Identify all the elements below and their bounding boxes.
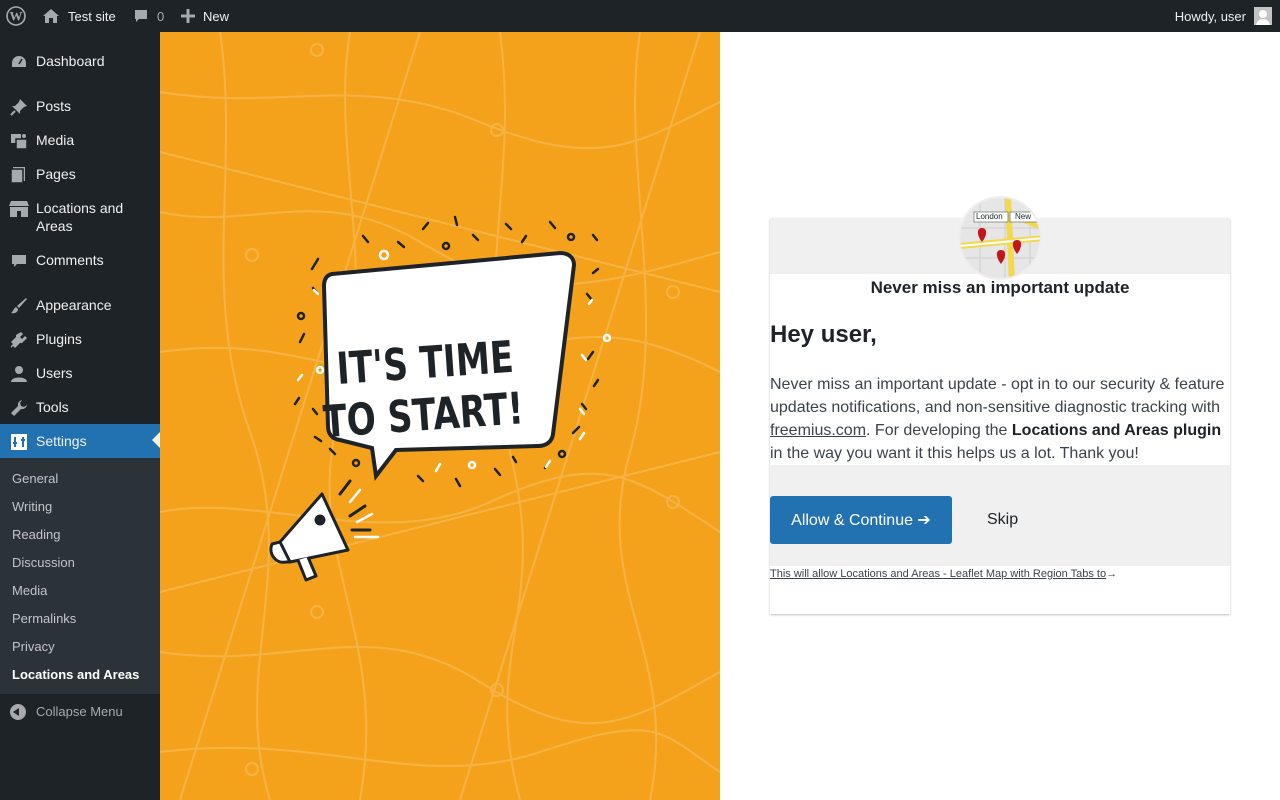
permissions-toggle[interactable]: This will allow Locations and Areas - Le… <box>770 568 1117 580</box>
user-icon <box>9 364 29 384</box>
sidebar-item-settings[interactable]: Settings <box>0 424 160 458</box>
submenu-item-privacy[interactable]: Privacy <box>12 639 55 655</box>
sidebar-item-users[interactable]: Users <box>0 364 160 382</box>
submenu-item-general[interactable]: General <box>12 471 58 487</box>
plus-icon <box>181 9 195 23</box>
svg-text:W: W <box>10 9 23 24</box>
plugin-icon <box>9 330 29 350</box>
collapse-icon <box>10 704 26 720</box>
sidebar-item-label: Locations and Areas <box>36 200 124 234</box>
sidebar-item-label: Media <box>36 132 75 148</box>
wordpress-logo-icon[interactable]: W <box>6 0 28 32</box>
skip-button[interactable]: Skip <box>987 511 1018 529</box>
sidebar-item-plugins[interactable]: Plugins <box>0 330 160 348</box>
submenu-item-reading[interactable]: Reading <box>12 527 60 543</box>
site-name-label: Test site <box>68 8 116 24</box>
comments-count: 0 <box>157 8 165 24</box>
collapse-menu-button[interactable]: Collapse Menu <box>0 702 160 722</box>
submenu-item-permalinks[interactable]: Permalinks <box>12 611 76 627</box>
freemius-link[interactable]: freemius.com <box>770 422 866 439</box>
home-icon <box>43 9 59 23</box>
settings-icon <box>9 432 29 452</box>
allow-and-continue-button[interactable]: Allow & Continue ➔ <box>770 496 952 544</box>
brush-icon <box>9 296 29 316</box>
sidebar-item-locations-and-areas[interactable]: Locations and Areas <box>0 199 160 235</box>
message-text: Never miss an important update - opt in … <box>770 376 1225 416</box>
sidebar-item-comments[interactable]: Comments <box>0 251 160 269</box>
dialog-tagline: Never miss an important update <box>870 278 1130 297</box>
comments-link[interactable]: 0 <box>133 0 164 32</box>
dashboard-icon <box>9 52 29 72</box>
settings-submenu: General Writing Reading Discussion Media… <box>0 458 160 694</box>
store-icon <box>9 199 29 219</box>
sidebar-item-pages[interactable]: Pages <box>0 165 160 185</box>
sidebar-item-label: Plugins <box>36 331 82 347</box>
plugin-name: Locations and Areas plugin <box>1011 422 1222 439</box>
account-menu[interactable]: Howdy, user <box>1175 0 1272 32</box>
howdy-label: Howdy, user <box>1174 8 1246 24</box>
new-content-link[interactable]: New <box>181 0 229 32</box>
sidebar-item-label: Pages <box>36 166 76 182</box>
submenu-item-discussion[interactable]: Discussion <box>12 555 75 571</box>
admin-bar: W Test site 0 New Howdy, user <box>0 0 1280 32</box>
collapse-label: Collapse Menu <box>36 704 123 719</box>
comment-icon <box>9 251 29 271</box>
sidebar-item-label: Settings <box>36 433 87 449</box>
submenu-item-writing[interactable]: Writing <box>12 499 52 515</box>
optin-dialog: London New Never miss an important updat… <box>770 196 1230 614</box>
arrow-icon: → <box>1106 568 1118 580</box>
pages-icon <box>9 165 29 185</box>
greeting-heading: Hey user, <box>770 321 877 348</box>
sidebar-item-tools[interactable]: Tools <box>0 398 160 416</box>
avatar <box>1254 7 1272 25</box>
site-name-link[interactable]: Test site <box>42 0 116 32</box>
media-icon <box>9 131 29 151</box>
logo-label-london: London <box>976 212 1003 221</box>
optin-message: Never miss an important update - opt in … <box>770 373 1230 465</box>
sidebar-item-label: Dashboard <box>36 53 105 69</box>
sidebar-item-posts[interactable]: Posts <box>0 97 160 117</box>
welcome-illustration: IT'S TIME TO START! <box>160 32 720 800</box>
pin-icon <box>9 97 29 117</box>
megaphone-illustration: IT'S TIME TO START! <box>160 32 720 800</box>
submenu-item-media[interactable]: Media <box>12 583 47 599</box>
message-text: . For developing the <box>866 422 1012 439</box>
submenu-item-locations-and-areas[interactable]: Locations and Areas <box>12 667 139 683</box>
sidebar-item-label: Users <box>36 365 73 381</box>
message-text: in the way you want it this helps us a l… <box>770 445 1139 462</box>
sidebar-item-label: Tools <box>36 399 69 415</box>
sidebar-item-label: Comments <box>36 252 104 268</box>
plugin-logo: London New <box>958 196 1042 280</box>
sidebar-item-label: Posts <box>36 98 72 114</box>
permissions-link[interactable]: This will allow Locations and Areas - Le… <box>770 568 1106 580</box>
dialog-actions: Allow & Continue ➔ Skip <box>770 465 1230 566</box>
sidebar-item-label: Appearance <box>36 297 112 313</box>
wrench-icon <box>9 398 29 418</box>
logo-label-new: New <box>1015 212 1032 221</box>
sidebar-item-appearance[interactable]: Appearance <box>0 296 160 314</box>
comment-icon <box>135 10 147 22</box>
admin-sidebar: Dashboard Posts Media Pages Locations an… <box>0 32 160 800</box>
new-label: New <box>203 8 230 24</box>
sidebar-item-media[interactable]: Media <box>0 131 160 151</box>
sidebar-item-dashboard[interactable]: Dashboard <box>0 52 160 70</box>
